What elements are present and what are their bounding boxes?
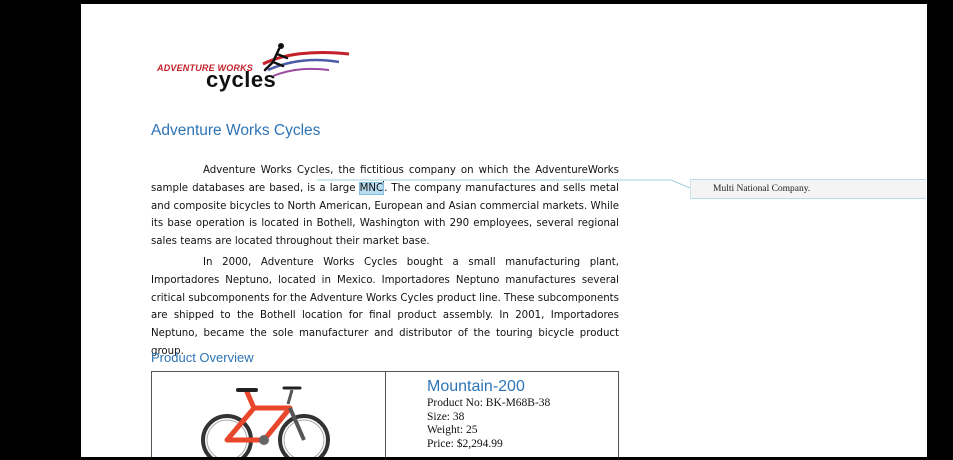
logo-bottom-text: cycles <box>206 67 277 92</box>
paragraph-2[interactable]: In 2000, Adventure Works Cycles bought a… <box>151 254 619 361</box>
company-logo: ADVENTURE WORKS cycles <box>153 40 353 96</box>
comment-balloon[interactable]: Multi National Company. <box>690 179 926 199</box>
product-info: Mountain-200 Product No: BK-M68B-38 Size… <box>427 377 550 451</box>
product-weight: Weight: 25 <box>427 424 478 436</box>
product-price: Price: $2,294.99 <box>427 437 503 450</box>
product-number: Product No: BK-M68B-38 <box>427 397 551 409</box>
product-overview-heading[interactable]: Product Overview <box>151 350 254 365</box>
table-column-divider <box>385 372 386 457</box>
product-name[interactable]: Mountain-200 <box>427 377 550 397</box>
product-table[interactable]: Mountain-200 Product No: BK-M68B-38 Size… <box>151 371 619 457</box>
paragraph-1[interactable]: Adventure Works Cycles, the fictitious c… <box>151 162 619 251</box>
comment-text[interactable]: Multi National Company. <box>713 184 810 194</box>
commented-text-highlight[interactable]: MNC <box>358 181 385 195</box>
mountain-bike-image <box>201 386 330 457</box>
document-body[interactable]: Adventure Works Cycles, the fictitious c… <box>151 162 619 364</box>
document-heading[interactable]: Adventure Works Cycles <box>151 122 320 140</box>
product-size: Size: 38 <box>427 410 465 423</box>
document-page[interactable]: ADVENTURE WORKS cycles Adventure Works C… <box>81 4 927 457</box>
